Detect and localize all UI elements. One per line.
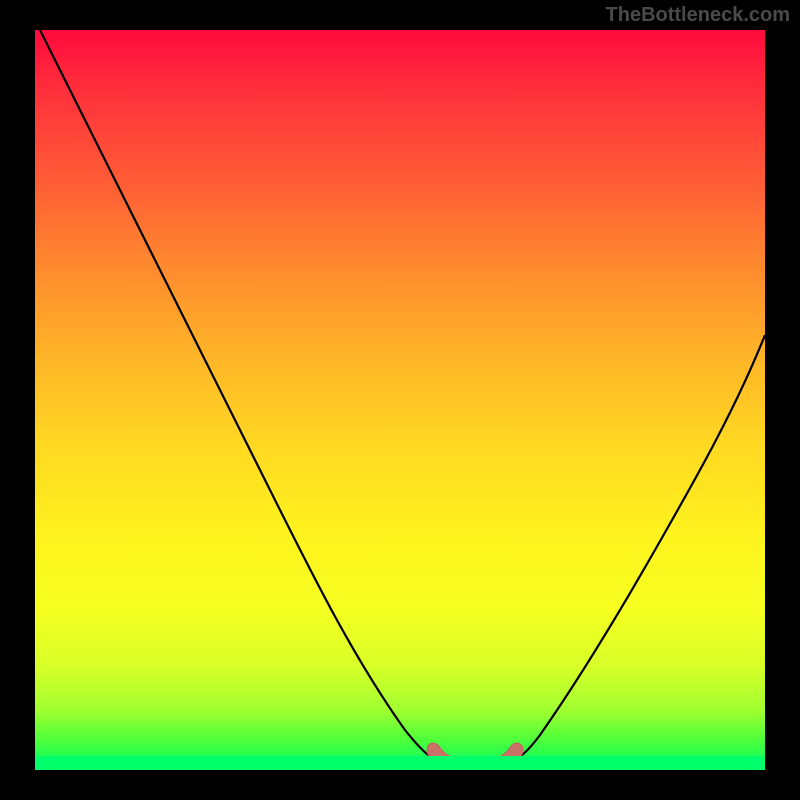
chart-plot-area [35, 30, 765, 770]
bottleneck-curve-path [40, 30, 765, 760]
watermark-text: TheBottleneck.com [606, 4, 790, 27]
baseline-strip [35, 756, 765, 770]
chart-svg [35, 30, 765, 770]
